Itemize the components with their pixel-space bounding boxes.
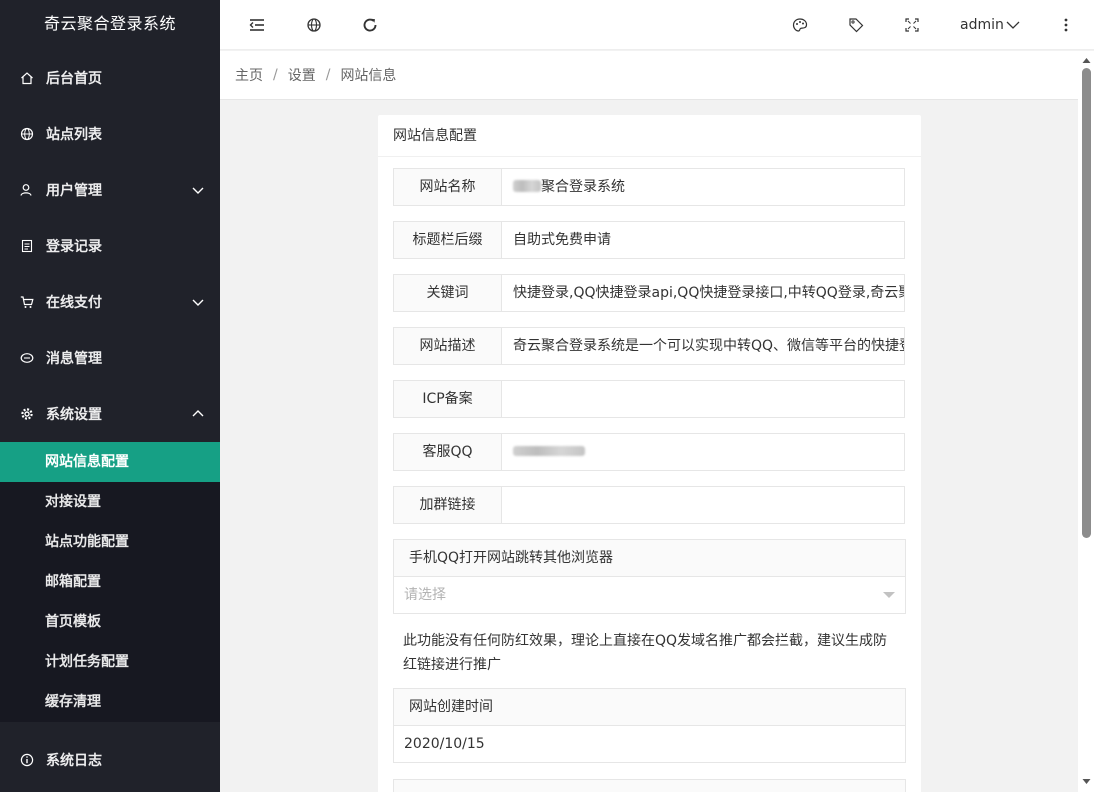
chevron-down-icon bbox=[192, 187, 204, 194]
chevron-down-icon bbox=[192, 299, 204, 306]
help-note: 此功能没有任何防红效果，理论上直接在QQ发域名推广都会拦截，建议生成防红链接进行… bbox=[403, 633, 888, 673]
group-link-input[interactable] bbox=[502, 486, 905, 524]
field-label: 加群链接 bbox=[393, 486, 502, 524]
field-label: 关键词 bbox=[393, 274, 502, 312]
field-label: 网站描述 bbox=[393, 327, 502, 365]
breadcrumb: 主页 / 设置 / 网站信息 bbox=[220, 51, 1078, 100]
submenu-item-cache[interactable]: 缓存清理 bbox=[0, 682, 220, 722]
redacted-text bbox=[513, 446, 585, 456]
card-title: 网站信息配置 bbox=[378, 115, 921, 157]
submenu-item-site-features[interactable]: 站点功能配置 bbox=[0, 522, 220, 562]
field-keywords: 关键词 快捷登录,QQ快捷登录api,QQ快捷登录接口,中转QQ登录,奇云聚合登… bbox=[393, 274, 905, 312]
keywords-input[interactable]: 快捷登录,QQ快捷登录api,QQ快捷登录接口,中转QQ登录,奇云聚合登录系统 bbox=[502, 274, 905, 312]
breadcrumb-separator: / bbox=[325, 67, 331, 83]
breadcrumb-section[interactable]: 设置 bbox=[288, 65, 316, 85]
submenu-item-cron[interactable]: 计划任务配置 bbox=[0, 642, 220, 682]
field-label: ICP备案 bbox=[393, 380, 502, 418]
sidebar-item-label: 消息管理 bbox=[46, 351, 102, 367]
website-button[interactable] bbox=[304, 0, 324, 50]
field-icp: ICP备案 bbox=[393, 380, 905, 418]
field-label: 网站创建时间 bbox=[394, 689, 905, 726]
sidebar: 奇云聚合登录系统 后台首页 站点列表 用户管理 登录记录 在线支付 消息管理 系… bbox=[0, 0, 220, 792]
submenu-item-integration[interactable]: 对接设置 bbox=[0, 482, 220, 522]
description-input[interactable]: 奇云聚合登录系统是一个可以实现中转QQ、微信等平台的快捷登录系统 bbox=[502, 327, 905, 365]
field-support-qq: 客服QQ bbox=[393, 433, 905, 471]
more-button[interactable] bbox=[1058, 0, 1074, 50]
created-time-field: 网站创建时间 2020/10/15 bbox=[393, 688, 906, 763]
site-info-card: 网站信息配置 网站名称 聚合登录系统 标题栏后缀 自助式免费申请 关键词 快捷登… bbox=[378, 115, 921, 792]
field-label: 客服QQ bbox=[393, 433, 502, 471]
chevron-down-icon bbox=[1006, 21, 1020, 29]
sidebar-item-payment[interactable]: 在线支付 bbox=[0, 274, 220, 330]
palette-icon bbox=[792, 18, 808, 32]
breadcrumb-separator: / bbox=[273, 67, 278, 83]
settings-submenu: 网站信息配置 对接设置 站点功能配置 邮箱配置 首页模板 计划任务配置 缓存清理 bbox=[0, 442, 220, 722]
sidebar-item-label: 登录记录 bbox=[46, 239, 102, 255]
scroll-up-arrow-icon[interactable] bbox=[1081, 55, 1092, 65]
submenu-item-site-info[interactable]: 网站信息配置 bbox=[0, 442, 220, 482]
more-vertical-icon bbox=[1064, 18, 1068, 32]
sidebar-item-users[interactable]: 用户管理 bbox=[0, 162, 220, 218]
top-header: admin bbox=[220, 0, 1094, 50]
tag-icon bbox=[849, 18, 864, 33]
refresh-icon bbox=[363, 18, 377, 32]
document-icon bbox=[20, 239, 34, 253]
select-placeholder: 请选择 bbox=[404, 587, 446, 603]
sidebar-item-label: 在线支付 bbox=[46, 295, 102, 311]
home-icon bbox=[20, 71, 34, 85]
next-field-partial bbox=[393, 779, 906, 792]
dropdown-caret-icon bbox=[883, 592, 895, 598]
field-title-suffix: 标题栏后缀 自助式免费申请 bbox=[393, 221, 905, 259]
browser-jump-field: 手机QQ打开网站跳转其他浏览器 请选择 bbox=[393, 539, 906, 614]
gear-icon bbox=[20, 407, 34, 421]
sidebar-item-label: 系统设置 bbox=[46, 407, 102, 423]
sidebar-item-login-records[interactable]: 登录记录 bbox=[0, 218, 220, 274]
field-label: 标题栏后缀 bbox=[393, 221, 502, 259]
user-name: admin bbox=[960, 17, 1004, 33]
support-qq-input[interactable] bbox=[502, 433, 905, 471]
sidebar-item-label: 系统日志 bbox=[46, 753, 102, 769]
scrollbar-thumb[interactable] bbox=[1082, 68, 1091, 538]
fullscreen-button[interactable] bbox=[902, 0, 922, 50]
browser-jump-select[interactable]: 请选择 bbox=[394, 577, 905, 613]
sidebar-item-label: 用户管理 bbox=[46, 183, 102, 199]
sidebar-item-messages[interactable]: 消息管理 bbox=[0, 330, 220, 386]
sidebar-item-sites[interactable]: 站点列表 bbox=[0, 106, 220, 162]
user-icon bbox=[20, 183, 34, 197]
sidebar-item-label: 后台首页 bbox=[46, 71, 102, 87]
field-site-name: 网站名称 聚合登录系统 bbox=[393, 168, 905, 206]
globe-icon bbox=[20, 127, 34, 141]
submenu-item-mail[interactable]: 邮箱配置 bbox=[0, 562, 220, 602]
field-label: 手机QQ打开网站跳转其他浏览器 bbox=[394, 540, 905, 577]
redacted-text bbox=[513, 180, 541, 192]
chevron-up-icon bbox=[192, 410, 204, 417]
scroll-down-arrow-icon[interactable] bbox=[1081, 777, 1092, 787]
sidebar-item-system-log[interactable]: 系统日志 bbox=[0, 732, 220, 788]
sidebar-item-home[interactable]: 后台首页 bbox=[0, 50, 220, 106]
info-icon bbox=[20, 753, 34, 767]
created-time-input[interactable]: 2020/10/15 bbox=[394, 726, 905, 762]
site-name-input[interactable]: 聚合登录系统 bbox=[502, 168, 905, 206]
field-label: 网站名称 bbox=[393, 168, 502, 206]
user-menu[interactable]: admin bbox=[960, 0, 1020, 50]
theme-button[interactable] bbox=[790, 0, 810, 50]
sidebar-item-settings[interactable]: 系统设置 bbox=[0, 386, 220, 442]
breadcrumb-current: 网站信息 bbox=[340, 68, 397, 84]
fullscreen-icon bbox=[905, 18, 919, 32]
cart-icon bbox=[20, 295, 34, 309]
submenu-item-homepage-template[interactable]: 首页模板 bbox=[0, 602, 220, 642]
field-group-link: 加群链接 bbox=[393, 486, 905, 524]
tag-button[interactable] bbox=[846, 0, 866, 50]
menu-collapse-icon bbox=[249, 19, 264, 31]
globe-icon bbox=[307, 18, 321, 32]
menu-collapse-button[interactable] bbox=[246, 0, 268, 50]
breadcrumb-home[interactable]: 主页 bbox=[235, 65, 263, 85]
app-title: 奇云聚合登录系统 bbox=[43, 14, 176, 33]
chat-icon bbox=[20, 351, 34, 365]
field-description: 网站描述 奇云聚合登录系统是一个可以实现中转QQ、微信等平台的快捷登录系统 bbox=[393, 327, 905, 365]
icp-input[interactable] bbox=[502, 380, 905, 418]
refresh-button[interactable] bbox=[360, 0, 380, 50]
sidebar-item-label: 站点列表 bbox=[46, 127, 102, 143]
title-suffix-input[interactable]: 自助式免费申请 bbox=[502, 221, 905, 259]
